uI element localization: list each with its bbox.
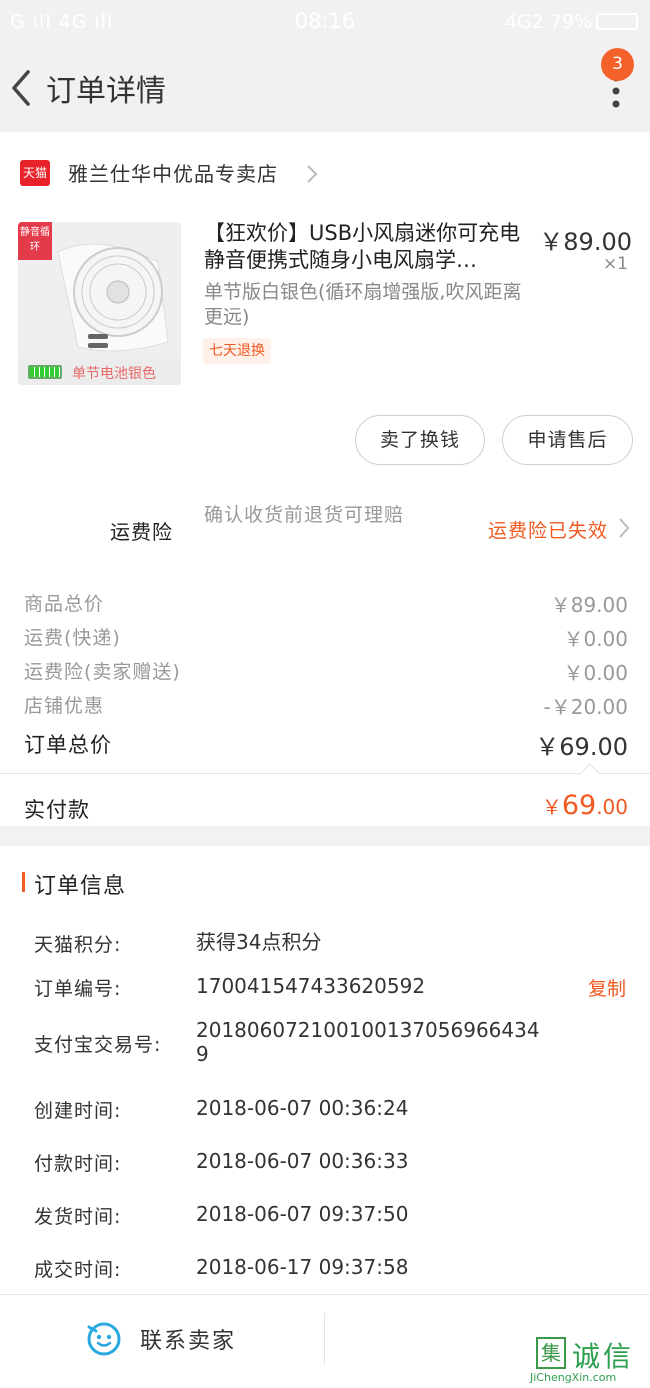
watermark-logo: 集 诚信 JiChengXin.com: [530, 1335, 648, 1387]
copy-button[interactable]: 复制: [588, 974, 626, 1001]
fee-row: 店铺优惠 -￥20.00: [0, 689, 650, 723]
info-label: 成交时间:: [34, 1259, 122, 1281]
shipping-insurance-status[interactable]: 运费险已失效: [488, 516, 608, 543]
page-title: 订单详情: [46, 74, 166, 109]
section-accent-bar: [22, 872, 25, 892]
divider: [0, 773, 650, 774]
order-card: 天猫 雅兰仕华中优品专卖店 静音循环 单节电池银色 【狂欢价】USB小风扇迷你可…: [0, 132, 650, 826]
fee-label: 商品总价: [24, 593, 105, 615]
thumbnail-caption-bar: 单节电池银色: [18, 359, 181, 385]
info-value: 2018-06-07 00:36:33: [196, 1149, 409, 1173]
amount-integer: 69: [561, 790, 597, 821]
order-total-row: 订单总价 ￥69.00: [0, 723, 650, 763]
info-label: 创建时间:: [34, 1100, 122, 1122]
shipping-insurance-desc: 确认收货前退货可理赔: [204, 504, 405, 526]
amount-decimal: .00: [596, 795, 628, 819]
product-thumbnail[interactable]: 静音循环 单节电池银色: [18, 222, 181, 385]
battery-indicator: 4G2 79%: [505, 11, 638, 33]
store-name[interactable]: 雅兰仕华中优品专卖店: [68, 158, 278, 187]
notification-badge: 3: [601, 48, 634, 81]
info-value: 2018-06-07 09:37:50: [196, 1202, 409, 1226]
price-breakdown: 商品总价 ￥89.00 运费(快递) ￥0.00 运费险(卖家赠送) ￥0.00…: [0, 587, 650, 763]
fee-value: ￥0.00: [563, 661, 628, 685]
contact-seller-button[interactable]: 联系卖家: [140, 1323, 236, 1355]
shipping-insurance-label: 运费险: [110, 520, 173, 544]
nav-bar: 订单详情 3: [0, 42, 650, 132]
info-label: 天猫积分:: [34, 934, 122, 956]
amount-paid-label: 实付款: [24, 798, 90, 822]
order-total-label: 订单总价: [24, 733, 112, 757]
order-info-section: 订单信息 天猫积分: 获得34点积分 订单编号: 170041547433620…: [0, 846, 650, 1294]
chat-face-icon[interactable]: [86, 1321, 122, 1357]
info-value: 2018-06-07 00:36:24: [196, 1096, 409, 1120]
info-value: 170041547433620592: [196, 974, 426, 998]
currency-symbol: ￥: [541, 795, 562, 819]
product-quantity: ×1: [602, 254, 628, 274]
fee-row: 商品总价 ￥89.00: [0, 587, 650, 621]
fee-value: ￥89.00: [550, 593, 628, 617]
status-bar: G ıll 4G ıll 08:16 4G2 79%: [0, 0, 650, 42]
info-label: 订单编号:: [34, 978, 122, 1000]
info-label: 支付宝交易号:: [34, 1034, 162, 1056]
info-value: 获得34点积分: [196, 930, 322, 954]
product-spec: 单节版白银色(循环扇增强版,吹风距离更远): [204, 281, 522, 328]
fee-value: ￥0.00: [563, 627, 628, 651]
after-sale-button[interactable]: 申请售后: [502, 415, 633, 465]
thumbnail-caption: 单节电池银色: [72, 366, 156, 382]
return-policy-tag: 七天退换: [203, 338, 271, 364]
product-badge: 静音循环: [18, 222, 52, 260]
chevron-right-icon: [307, 165, 318, 183]
info-value: 2018060721001001370569664349: [196, 1018, 540, 1066]
amount-paid-value: ￥69.00: [542, 790, 628, 821]
section-title: 订单信息: [34, 874, 127, 899]
back-arrow-icon[interactable]: [8, 68, 34, 108]
watermark-url: JiChengXin.com: [530, 1371, 617, 1384]
fee-row: 运费险(卖家赠送) ￥0.00: [0, 655, 650, 689]
tmall-icon: 天猫: [20, 160, 50, 186]
order-total-value: ￥69.00: [535, 733, 628, 761]
battery-text: 4G2 79%: [504, 11, 592, 33]
product-title[interactable]: 【狂欢价】USB小风扇迷你可充电静音便携式随身小电风扇学…: [204, 220, 534, 274]
resell-button[interactable]: 卖了换钱: [355, 415, 485, 465]
fee-label: 运费(快递): [24, 627, 121, 649]
info-label: 发货时间:: [34, 1206, 122, 1228]
watermark-text: 诚信: [572, 1340, 635, 1373]
fee-value: -￥20.00: [543, 695, 628, 719]
fee-label: 店铺优惠: [24, 695, 105, 717]
battery-icon: [596, 13, 638, 30]
product-price: ￥89.00: [539, 228, 632, 256]
info-label: 付款时间:: [34, 1153, 122, 1175]
divider: [324, 1313, 325, 1365]
caret-up-icon: [580, 763, 600, 775]
bottom-action-bar: 联系卖家 集 诚信 JiChengXin.com: [0, 1294, 650, 1388]
chevron-right-icon: [619, 518, 630, 538]
battery-icon: [28, 365, 62, 379]
fee-row: 运费(快递) ￥0.00: [0, 621, 650, 655]
watermark-box: 集: [536, 1337, 566, 1369]
info-value: 2018-06-17 09:37:58: [196, 1255, 409, 1279]
fee-label: 运费险(卖家赠送): [24, 661, 181, 683]
